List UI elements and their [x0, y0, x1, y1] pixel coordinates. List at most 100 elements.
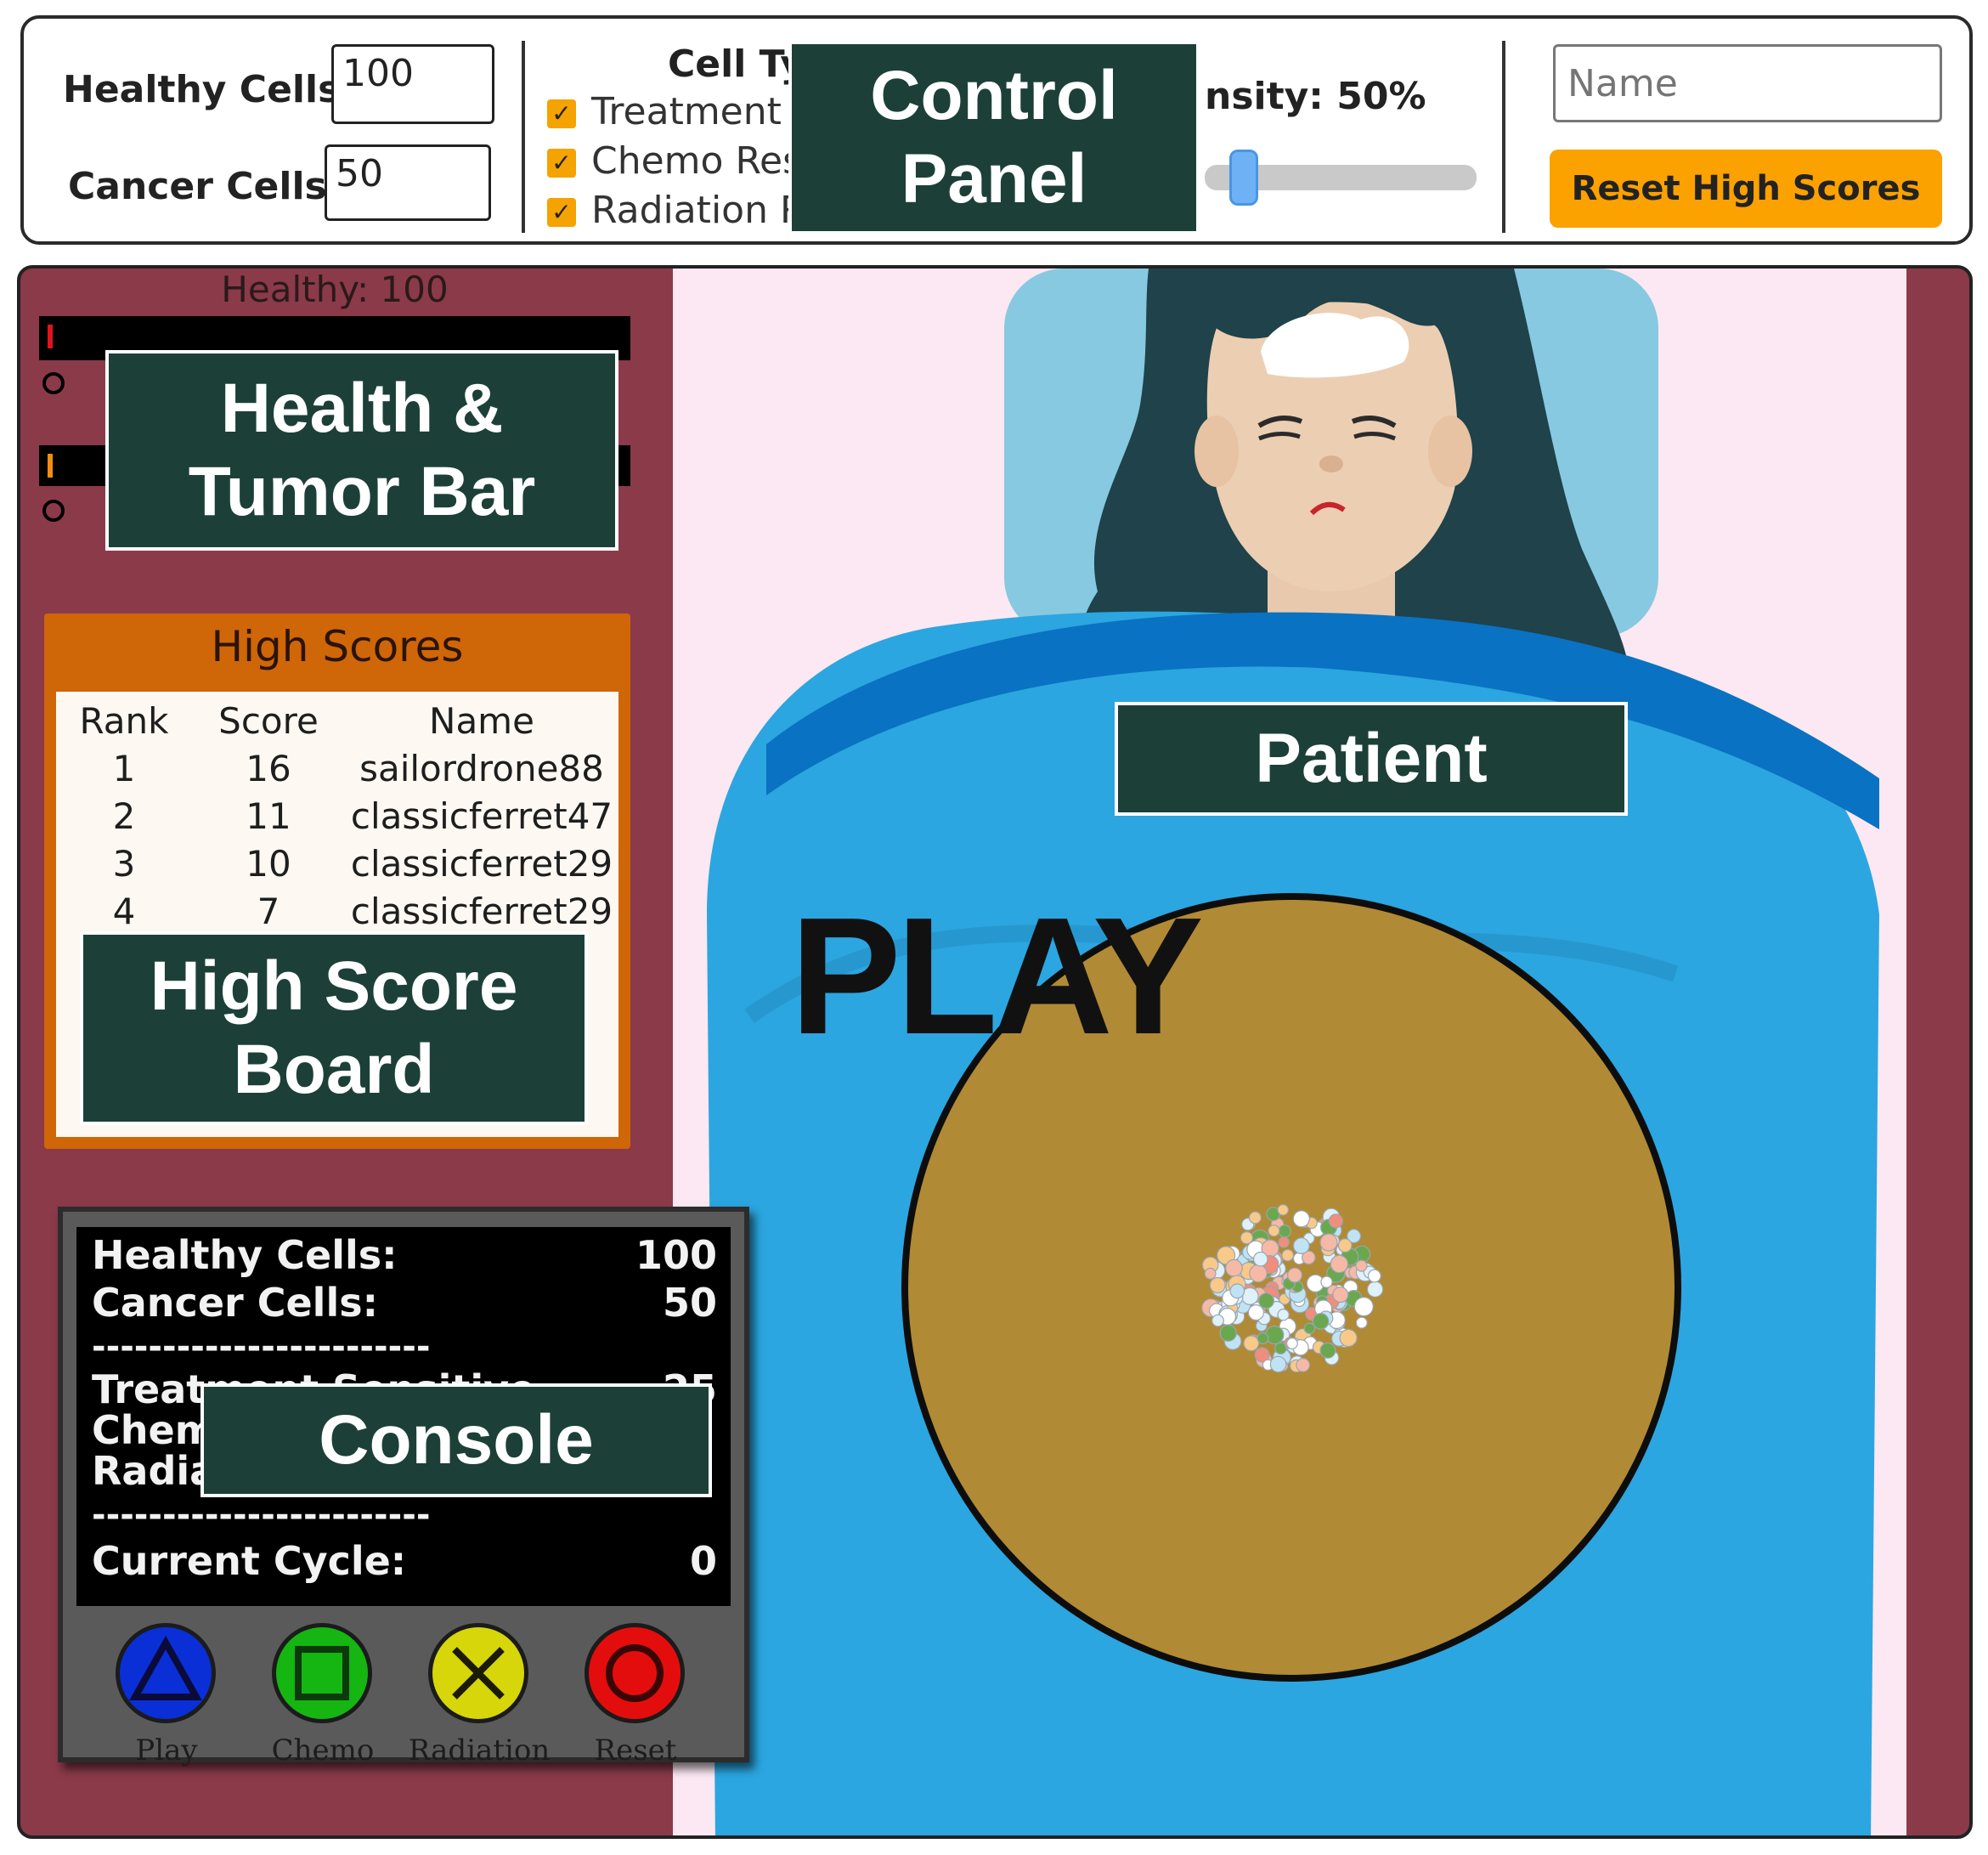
- table-cell-score: 11: [246, 795, 291, 837]
- table-cell-name: classicferret29: [350, 891, 613, 932]
- reset-button[interactable]: [585, 1623, 685, 1723]
- cancer-cells-label: Cancer Cells: [68, 165, 327, 208]
- callout-control-panel: Control Panel: [788, 41, 1200, 235]
- tumor-cell: [1312, 1313, 1330, 1330]
- tumor-cell: [1243, 1335, 1260, 1352]
- tumor-cell: [1296, 1357, 1311, 1372]
- tumor-cell: [1268, 1224, 1280, 1237]
- tumor-cell: [1225, 1258, 1243, 1277]
- reset-button-label: Reset: [594, 1733, 677, 1767]
- health-marker-icon: [42, 372, 65, 394]
- column-header-name: Name: [429, 700, 534, 742]
- tumor-cell: [1286, 1267, 1302, 1283]
- checkbox-label: Chemo Res: [591, 139, 803, 183]
- divider: [1502, 41, 1505, 233]
- tumor-cell: [1353, 1296, 1374, 1317]
- tumor-cell: [1339, 1328, 1358, 1348]
- tumor-cell: [1368, 1269, 1381, 1283]
- tumor-cell: [1292, 1237, 1310, 1254]
- tumor-cell: [1252, 1251, 1268, 1267]
- play-button[interactable]: [116, 1623, 216, 1723]
- checkbox-label: Treatment S: [591, 90, 817, 133]
- checkbox-check-icon[interactable]: ✓: [547, 149, 576, 178]
- tumor-cell: [1355, 1259, 1368, 1272]
- tumor-cell: [1247, 1304, 1265, 1321]
- chemo-button-label: Chemo: [271, 1733, 375, 1767]
- tumor-bar-fill: [48, 454, 53, 478]
- ear: [1194, 416, 1239, 487]
- table-cell-name: classicferret29: [350, 843, 613, 885]
- tumor-cell: [1209, 1276, 1226, 1293]
- tumor-cell: [1292, 1210, 1310, 1228]
- tumor-cell: [1320, 1275, 1333, 1288]
- divider: [522, 41, 525, 233]
- tumor-cell: [1278, 1224, 1292, 1238]
- tumor-cell: [1330, 1254, 1349, 1274]
- square-icon: [295, 1646, 349, 1700]
- tumor-cell: [1211, 1314, 1224, 1327]
- radiation-button[interactable]: [428, 1623, 528, 1723]
- circle-icon: [606, 1644, 664, 1702]
- reset-high-scores-button[interactable]: Reset High Scores: [1550, 150, 1942, 228]
- tumor-cell: [1366, 1281, 1384, 1298]
- console-cycle-value: 0: [689, 1538, 717, 1584]
- cancer-cells-input[interactable]: 50: [325, 144, 491, 221]
- tumor-marker-icon: [42, 500, 65, 522]
- checkbox-check-icon[interactable]: ✓: [547, 198, 576, 227]
- tumor-cell: [1265, 1325, 1285, 1345]
- table-cell-rank: 3: [112, 843, 136, 885]
- cell-types-title: Cell Ty: [668, 42, 805, 86]
- table-cell-name: sailordrone88: [359, 748, 604, 789]
- table-cell-score: 10: [246, 843, 291, 885]
- tumor-cell: [1277, 1204, 1289, 1216]
- console-radiation-label: Radia: [92, 1448, 217, 1494]
- intensity-slider-thumb[interactable]: [1229, 150, 1258, 206]
- callout-console: Console: [200, 1383, 712, 1497]
- console-cycle-label: Current Cycle:: [92, 1538, 407, 1584]
- column-header-score: Score: [218, 700, 319, 742]
- nose: [1319, 455, 1343, 472]
- table-cell-name: classicferret47: [350, 795, 613, 837]
- tumor-cell: [1204, 1267, 1217, 1280]
- health-bar-fill: [48, 325, 53, 348]
- console-separator: ------------------------: [92, 1327, 431, 1366]
- high-score-title: High Scores: [211, 622, 464, 671]
- console-cancer-value: 50: [662, 1280, 717, 1326]
- x-icon: [452, 1647, 505, 1699]
- checkbox-label: Radiation R: [591, 189, 806, 232]
- healthy-cells-label: Healthy Cells: [63, 68, 341, 111]
- console-separator: ------------------------: [92, 1496, 431, 1535]
- checkbox-chemo-resistant[interactable]: ✓ Chemo Res: [547, 139, 802, 183]
- play-text[interactable]: PLAY: [790, 880, 1204, 1072]
- tumor-cell: [1219, 1324, 1237, 1342]
- tumor-cell: [1337, 1238, 1353, 1253]
- tumor-cell: [1277, 1308, 1290, 1321]
- tumor-cell: [1319, 1233, 1338, 1252]
- callout-high-score-board: High Score Board: [80, 931, 588, 1125]
- chemo-button[interactable]: [272, 1623, 372, 1723]
- checkbox-radiation-resistant[interactable]: ✓ Radiation R: [547, 189, 806, 232]
- intensity-slider[interactable]: [1205, 150, 1477, 206]
- radiation-button-label: Radiation: [408, 1733, 551, 1767]
- tumor-cell: [1248, 1211, 1262, 1224]
- tumor-cell: [1286, 1338, 1298, 1349]
- console-healthy-label: Healthy Cells:: [92, 1232, 398, 1278]
- tumor-cell: [1229, 1283, 1245, 1299]
- table-cell-rank: 1: [112, 748, 136, 789]
- tumor-cell: [1278, 1236, 1290, 1248]
- table-cell-score: 16: [246, 748, 291, 789]
- healthy-cells-input[interactable]: 100: [331, 44, 494, 124]
- table-cell-rank: 2: [112, 795, 136, 837]
- callout-patient: Patient: [1115, 702, 1628, 816]
- name-input[interactable]: [1553, 44, 1942, 122]
- console-cancer-label: Cancer Cells:: [92, 1280, 378, 1326]
- play-button-label: Play: [135, 1733, 198, 1767]
- tumor-cell: [1319, 1342, 1336, 1359]
- column-header-rank: Rank: [79, 700, 169, 742]
- checkbox-check-icon[interactable]: ✓: [547, 99, 576, 128]
- tumor-cell: [1332, 1287, 1349, 1304]
- table-cell-rank: 4: [112, 891, 136, 932]
- tumor-cell: [1240, 1231, 1254, 1245]
- tumor-cell: [1249, 1264, 1268, 1283]
- checkbox-treatment-sensitive[interactable]: ✓ Treatment S: [547, 90, 817, 133]
